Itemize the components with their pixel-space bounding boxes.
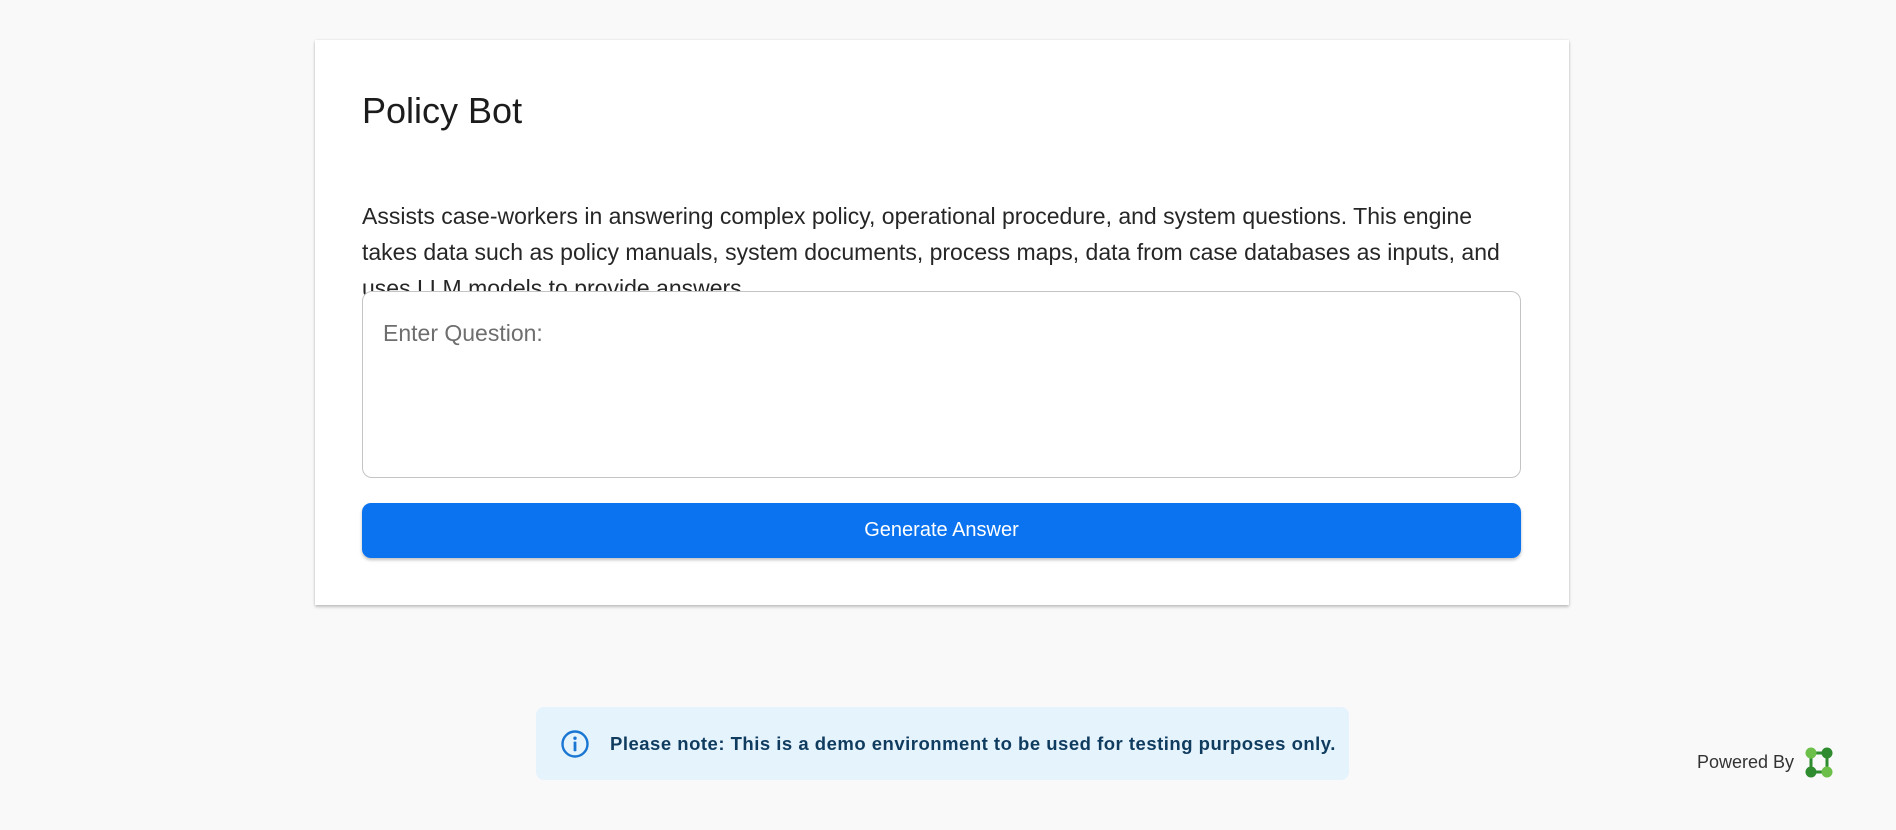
bot-description: Assists case-workers in answering comple… (362, 203, 1500, 301)
network-nodes-icon (1804, 746, 1834, 779)
powered-by: Powered By (1697, 744, 1834, 780)
policy-bot-card: Policy Bot Assists case-workers in answe… (315, 40, 1569, 605)
generate-answer-button[interactable]: Generate Answer (362, 503, 1521, 558)
info-icon (560, 729, 590, 759)
question-field-container[interactable] (362, 291, 1521, 478)
demo-notice-banner: Please note: This is a demo environment … (536, 707, 1349, 780)
powered-by-label: Powered By (1697, 751, 1795, 772)
page-title: Policy Bot (362, 90, 523, 131)
notice-text: Please note: This is a demo environment … (610, 733, 1336, 754)
question-input[interactable] (383, 318, 1493, 458)
